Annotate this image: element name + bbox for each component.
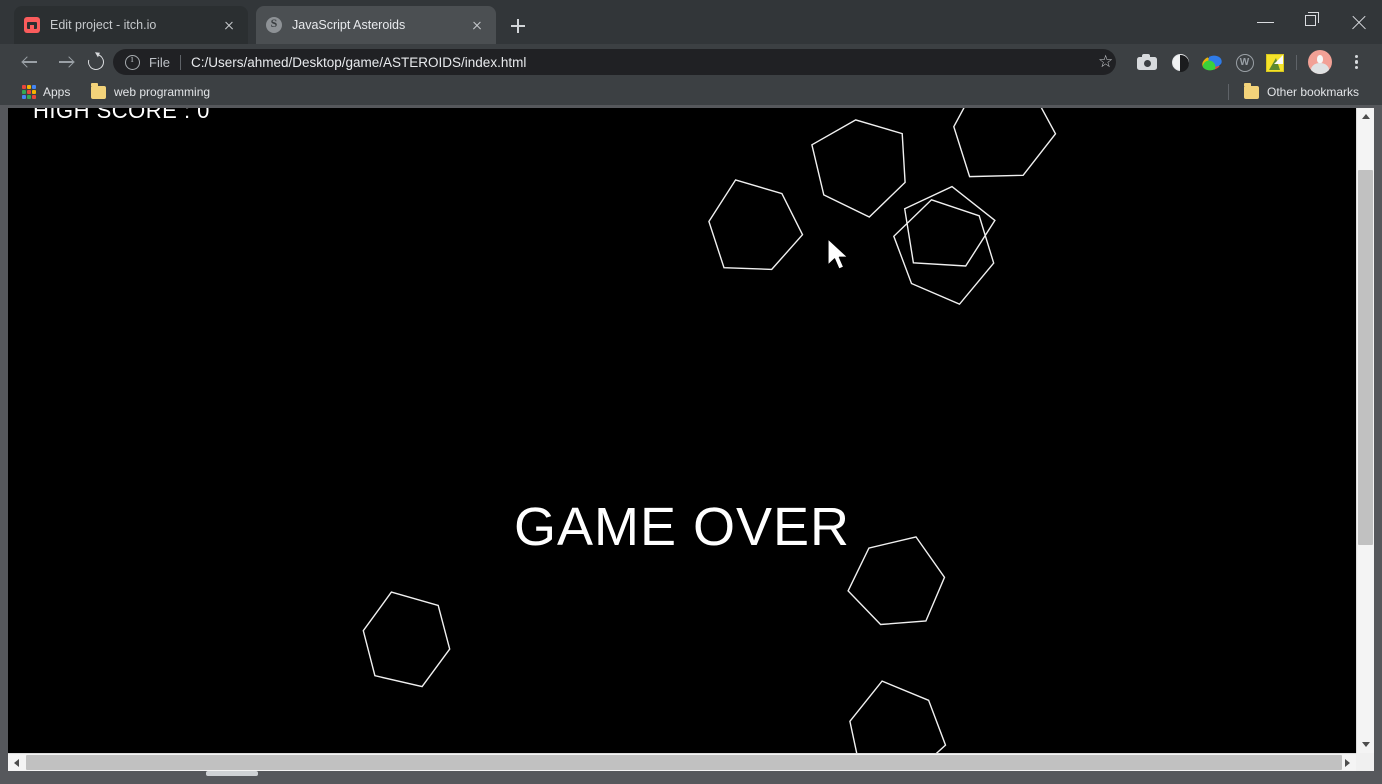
asteroid	[903, 185, 996, 267]
folder-icon	[1244, 83, 1259, 99]
asteroid	[953, 108, 1057, 178]
tab-strip: Edit project - itch.io JavaScript Astero…	[0, 0, 1382, 44]
scroll-up-arrow-icon[interactable]	[1357, 108, 1374, 125]
asteroid	[708, 179, 804, 271]
asteroid	[362, 591, 451, 688]
window-bottom-indicator	[206, 771, 258, 776]
bookmark-label: Other bookmarks	[1267, 85, 1360, 99]
game-over-label: GAME OVER	[513, 497, 851, 557]
vertical-scrollbar[interactable]	[1356, 108, 1374, 753]
url-scheme-label: File	[149, 54, 170, 70]
bookmark-label: web programming	[114, 85, 211, 99]
contrast-extension-icon[interactable]	[1168, 50, 1192, 74]
high-score-label: HIGH SCORE : 0	[33, 108, 210, 123]
horizontal-scrollbar-thumb[interactable]	[26, 755, 1342, 770]
tab-close-icon[interactable]	[220, 16, 238, 34]
mouse-cursor	[827, 238, 849, 270]
forward-arrow-icon[interactable]	[54, 50, 78, 74]
scroll-left-arrow-icon[interactable]	[8, 754, 25, 771]
divider	[179, 54, 181, 70]
bookmark-other-bookmarks[interactable]: Other bookmarks	[1238, 82, 1365, 102]
bookmark-apps[interactable]: Apps	[16, 82, 76, 102]
bookmark-web-programming[interactable]: web programming	[85, 82, 216, 102]
browser-toolbar: File C:/Users/ahmed/Desktop/game/ASTEROI…	[0, 44, 1382, 79]
yellow-extension-icon[interactable]	[1263, 50, 1287, 74]
scrollbar-corner	[1356, 753, 1374, 771]
window-minimize-button[interactable]	[1244, 0, 1290, 44]
vertical-scrollbar-thumb[interactable]	[1358, 170, 1373, 545]
camera-extension-icon[interactable]	[1135, 50, 1159, 74]
reload-icon[interactable]	[84, 50, 108, 74]
asteroid	[811, 119, 906, 218]
asteroid	[892, 199, 995, 306]
asteroids-game-canvas[interactable]	[8, 108, 1356, 753]
apps-grid-icon	[22, 85, 36, 99]
window-close-button[interactable]	[1336, 0, 1382, 44]
window-maximize-button[interactable]	[1290, 0, 1336, 44]
tab-edit-project[interactable]: Edit project - itch.io	[14, 6, 248, 44]
asteroid	[849, 680, 947, 753]
horizontal-scrollbar[interactable]	[8, 753, 1356, 771]
swirl-extension-icon[interactable]	[1200, 50, 1224, 74]
divider	[1228, 84, 1229, 100]
globe-icon	[266, 16, 282, 33]
tab-close-icon[interactable]	[468, 16, 486, 34]
tab-title: JavaScript Asteroids	[292, 18, 406, 32]
profile-avatar[interactable]	[1308, 50, 1332, 74]
browser-window: Edit project - itch.io JavaScript Astero…	[0, 0, 1382, 784]
address-bar[interactable]: File C:/Users/ahmed/Desktop/game/ASTEROI…	[113, 49, 1116, 75]
bookmarks-bar: Apps web programming Other bookmarks	[0, 79, 1382, 105]
new-tab-button[interactable]	[505, 13, 531, 39]
scroll-down-arrow-icon[interactable]	[1357, 736, 1374, 753]
tab-title: Edit project - itch.io	[50, 18, 157, 32]
bookmark-label: Apps	[43, 85, 71, 99]
folder-icon	[91, 83, 106, 99]
toolbar-divider	[1296, 55, 1297, 70]
back-arrow-icon[interactable]	[18, 50, 42, 74]
url-text: C:/Users/ahmed/Desktop/game/ASTEROIDS/in…	[190, 54, 527, 70]
w-extension-icon[interactable]: W	[1232, 50, 1256, 74]
bookmark-star-icon[interactable]: ☆	[1098, 52, 1113, 72]
scroll-right-arrow-icon[interactable]	[1339, 754, 1356, 771]
chrome-menu-icon[interactable]	[1345, 50, 1367, 74]
info-circle-icon[interactable]	[125, 53, 140, 70]
tab-javascript-asteroids[interactable]: JavaScript Asteroids	[256, 6, 496, 44]
page-viewport[interactable]: HIGH SCORE : 0 GAME OVER	[8, 108, 1356, 753]
itch-io-icon	[24, 17, 40, 33]
